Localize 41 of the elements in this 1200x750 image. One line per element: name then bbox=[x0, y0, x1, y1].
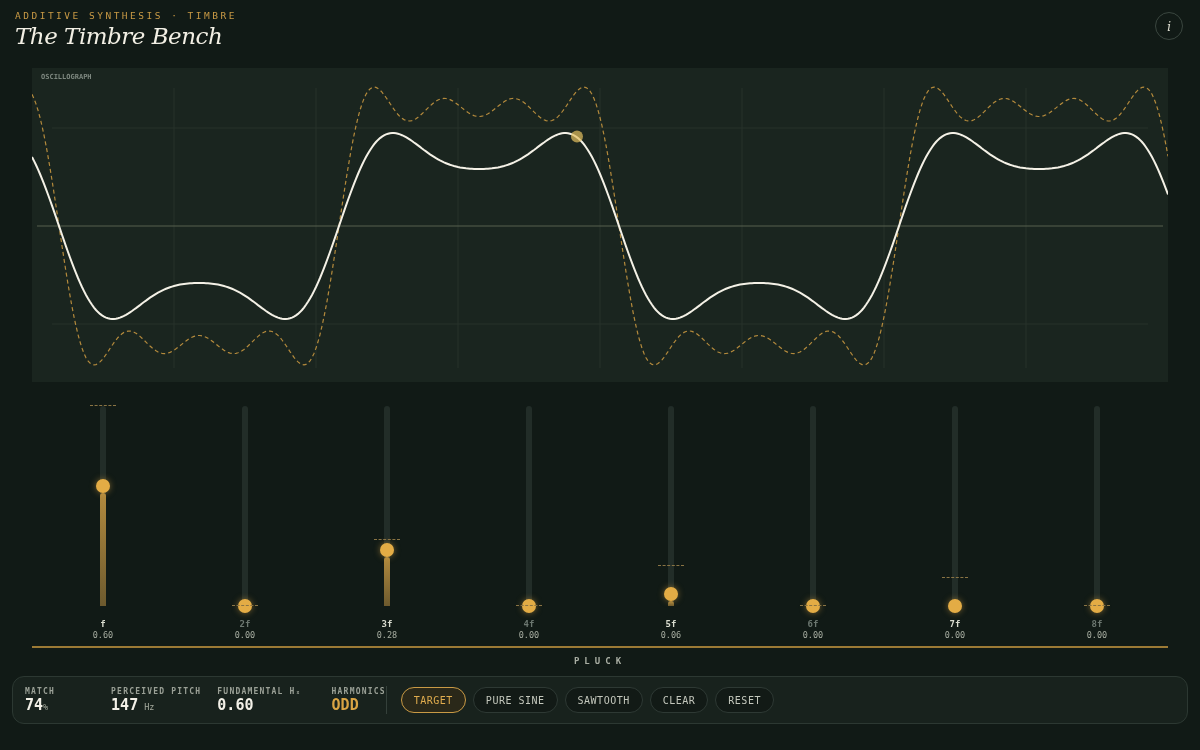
preset-button[interactable]: PURE SINE bbox=[472, 687, 558, 713]
slider-thumb[interactable] bbox=[380, 543, 394, 557]
harmonic-value: 0.00 bbox=[802, 630, 824, 640]
playhead-dot bbox=[571, 130, 583, 143]
preset-button[interactable]: CLEAR bbox=[649, 687, 709, 713]
harmonic-value: 0.00 bbox=[234, 630, 256, 640]
stat-value: 147 Hz bbox=[111, 695, 156, 714]
harmonic-value: 0.00 bbox=[1086, 630, 1108, 640]
harmonic-label: 3f bbox=[381, 619, 393, 629]
eyebrow-label: ADDITIVE SYNTHESIS · TIMBRE bbox=[15, 10, 237, 21]
stat-value: 74% bbox=[25, 695, 50, 714]
harmonic-label: 2f bbox=[239, 619, 251, 629]
slider-thumb[interactable] bbox=[806, 599, 820, 613]
preset-button[interactable]: RESET bbox=[715, 687, 774, 713]
slider-thumb[interactable] bbox=[522, 599, 536, 613]
harmonic-label: 7f bbox=[949, 619, 961, 629]
slider-thumb[interactable] bbox=[238, 599, 252, 613]
harmonic-value: 0.28 bbox=[376, 630, 398, 640]
harmonic-label: 8f bbox=[1091, 619, 1103, 629]
slider-thumb[interactable] bbox=[96, 479, 110, 493]
stat-label: PERCEIVED PITCH bbox=[111, 686, 202, 696]
stat-label: MATCH bbox=[25, 686, 56, 696]
preset-button[interactable]: SAWTOOTH bbox=[564, 687, 643, 713]
stat-label: HARMONICS bbox=[331, 686, 386, 696]
harmonic-label: 4f bbox=[523, 619, 535, 629]
harmonic-value: 0.60 bbox=[92, 630, 114, 640]
preset-button[interactable]: TARGET bbox=[400, 687, 466, 713]
slider-thumb[interactable] bbox=[948, 599, 962, 613]
harmonic-value: 0.06 bbox=[660, 630, 682, 640]
stat-value: 0.60 bbox=[217, 695, 255, 714]
slider-thumb[interactable] bbox=[664, 587, 678, 601]
harmonic-label: 5f bbox=[665, 619, 677, 629]
harmonic-value: 0.00 bbox=[518, 630, 540, 640]
stat-label: FUNDAMENTAL Hₓ bbox=[217, 686, 302, 696]
page-title: The Timbre Bench bbox=[15, 23, 224, 49]
harmonic-label: f bbox=[100, 619, 106, 629]
stat-value: ODD bbox=[331, 695, 360, 714]
pluck-button[interactable]: PLUCK bbox=[569, 654, 631, 668]
slider-thumb[interactable] bbox=[1090, 599, 1104, 613]
harmonic-label: 6f bbox=[807, 619, 819, 629]
harmonic-value: 0.00 bbox=[944, 630, 966, 640]
